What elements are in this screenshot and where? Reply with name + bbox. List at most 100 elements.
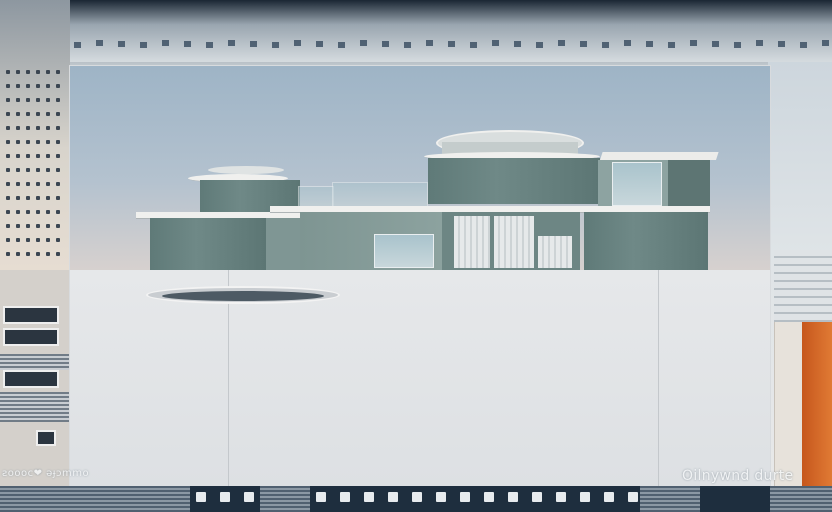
facade-window [756,40,763,46]
tower-window [36,210,40,214]
facade-window [712,41,719,47]
central-rotunda-body [428,158,600,204]
right-wing-side [668,160,710,210]
facade-window [140,42,147,48]
left-background-tower [0,0,70,270]
facade-window [316,41,323,47]
tower-window [26,238,30,242]
tower-window [46,210,50,214]
tower-window [16,112,20,116]
tower-window [26,252,30,256]
tower-window [26,210,30,214]
tower-window [16,126,20,130]
tower-window [26,140,30,144]
left-recess [266,218,300,270]
base-window [220,492,230,502]
facade-window [778,41,785,47]
tower-window [36,252,40,256]
tower-window [56,210,60,214]
base-window [412,492,422,502]
base-window [244,492,254,502]
tower-window [26,98,30,102]
facade-window [360,40,367,46]
base-window [316,492,326,502]
tower-window [6,238,10,242]
tower-window [26,70,30,74]
tower-window [6,196,10,200]
framed-house-photo [70,66,770,486]
base-window [580,492,590,502]
facade-window [734,42,741,48]
tower-window [56,84,60,88]
tower-window [26,126,30,130]
left-window [3,370,59,388]
base-window [532,492,542,502]
facade-window [624,40,631,46]
facade-window [250,41,257,47]
facade-window [536,42,543,48]
pool-water [162,291,324,301]
right-caption: Oilnywnd durte [682,468,794,484]
facade-window [162,40,169,46]
tower-window [56,70,60,74]
tower-window [46,154,50,158]
ribbed-band [640,486,700,512]
facade-window [294,40,301,46]
tower-window [46,112,50,116]
tower-window [46,98,50,102]
tower-window [16,154,20,158]
tower-window [56,252,60,256]
wall-seam [658,270,659,486]
tower-window [16,224,20,228]
tower-window [26,84,30,88]
tower-window [46,196,50,200]
right-wing-glass [612,162,662,206]
facade-window [206,42,213,48]
tower-window [16,210,20,214]
tower-window [36,84,40,88]
tower-window [6,210,10,214]
tower-window [16,238,20,242]
facade-window [822,40,829,46]
dark-base-strip [0,486,832,512]
facade-window [338,42,345,48]
tower-window [6,112,10,116]
rooftop-pool [146,286,340,304]
base-window [604,492,614,502]
base-window [436,492,446,502]
middle-window [374,234,434,268]
tower-window [46,140,50,144]
tower-window [6,140,10,144]
base-window [508,492,518,502]
facade-window [74,42,81,48]
left-window [3,306,59,324]
base-window [364,492,374,502]
base-window [340,492,350,502]
right-wing-roof [600,152,719,160]
modernist-house [70,66,770,276]
tower-window [6,70,10,74]
tower-window [26,154,30,158]
left-stripe-band [0,392,70,422]
tower-window [56,238,60,242]
tower-window [46,252,50,256]
facade-window [668,42,675,48]
tower-window [16,98,20,102]
right-stripe-band [774,250,832,322]
tower-window [6,224,10,228]
tower-window [36,112,40,116]
base-window [628,492,638,502]
tower-window [46,168,50,172]
white-boundary-wall [70,270,770,486]
right-beige-panel [774,322,803,486]
left-stripe-band [0,354,70,370]
tower-window [16,140,20,144]
tower-window [16,70,20,74]
tower-window [56,182,60,186]
right-wing-lower [584,212,708,270]
architectural-photo-collage: ƨoooᴄ❤ əɟɔmmo Oilnywnd durte [0,0,832,512]
tower-window [56,112,60,116]
facade-window [184,41,191,47]
facade-window [96,40,103,46]
curtained-window [538,236,572,268]
